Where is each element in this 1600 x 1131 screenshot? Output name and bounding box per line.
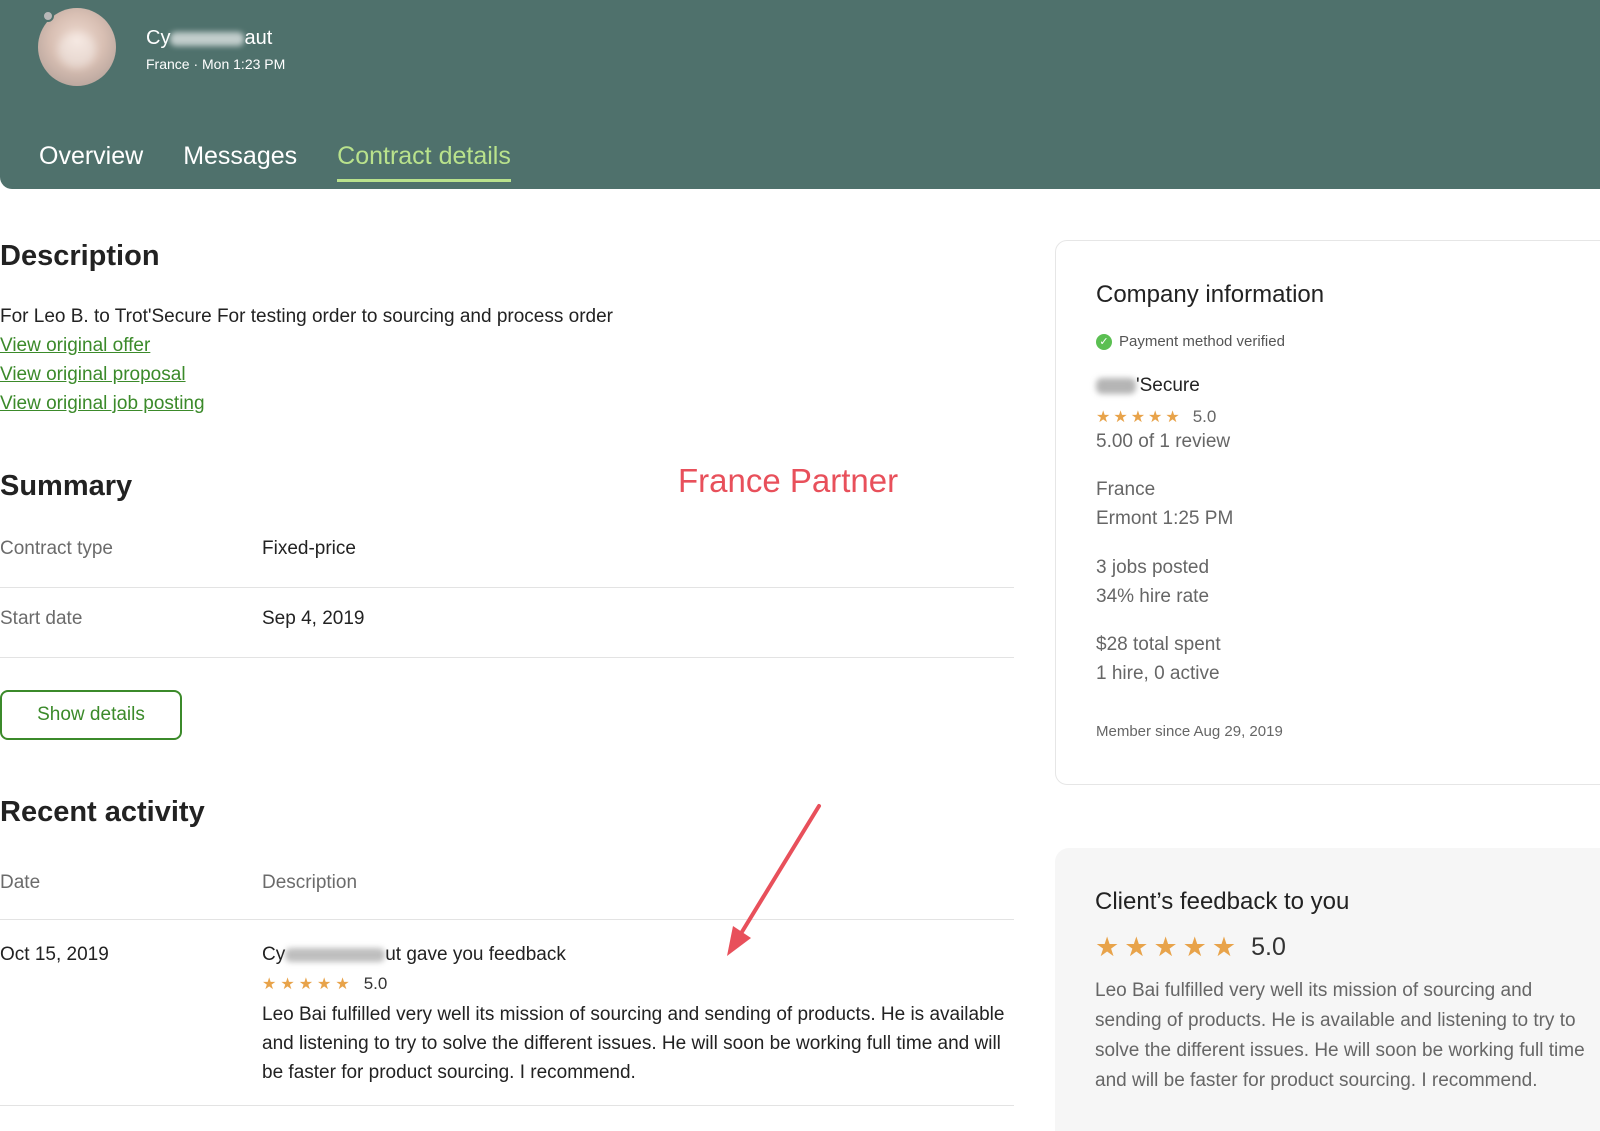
activity-table-header: Date Description: [0, 872, 1014, 920]
client-feedback-rating: ★ ★ ★ ★ ★ 5.0: [1095, 932, 1286, 963]
activity-title: Cy ut gave you feedback: [262, 944, 566, 966]
recent-activity-heading: Recent activity: [0, 796, 205, 828]
star-icon: ★: [1095, 932, 1120, 962]
star-icon: ★: [1211, 932, 1237, 962]
summary-row-start-date: Start date Sep 4, 2019: [0, 588, 1014, 658]
star-icon: ★: [1124, 932, 1149, 962]
star-icon: ★: [1130, 409, 1146, 426]
company-info-heading: Company information: [1096, 281, 1325, 308]
rating-value: 5.0: [1251, 933, 1286, 961]
star-icon: ★: [317, 976, 332, 993]
user-location-time: France · Mon 1:23 PM: [146, 56, 286, 72]
payment-verified-label: Payment method verified: [1119, 333, 1285, 350]
description-text: For Leo B. to Trot'Secure For testing or…: [0, 306, 613, 327]
company-country: France: [1096, 479, 1156, 500]
annotation-label: France Partner: [678, 462, 899, 499]
star-icon: ★: [335, 976, 350, 993]
client-feedback-heading: Client’s feedback to you: [1095, 888, 1350, 915]
summary-row-contract-type: Contract type Fixed-price: [0, 518, 1014, 588]
user-name: Cy aut: [146, 27, 272, 50]
activity-title-suffix: ut gave you feedback: [385, 944, 566, 965]
show-details-button[interactable]: Show details: [0, 690, 182, 740]
company-hires: 1 hire, 0 active: [1096, 663, 1220, 684]
activity-rating: ★ ★ ★ ★ ★ 5.0: [262, 974, 387, 994]
tab-messages[interactable]: Messages: [183, 142, 297, 182]
column-header-description: Description: [262, 872, 358, 893]
summary-key: Contract type: [0, 538, 113, 559]
company-name: 'Secure: [1096, 375, 1200, 397]
star-icon: ★: [1153, 932, 1178, 962]
activity-feedback-text: Leo Bai fulfilled very well its mission …: [262, 1004, 1005, 1083]
company-info-card: Company information ✓ Payment method ver…: [1055, 240, 1600, 785]
view-original-offer-link[interactable]: View original offer: [0, 335, 150, 357]
view-original-job-posting-link[interactable]: View original job posting: [0, 393, 205, 415]
profile-header: Cy aut France · Mon 1:23 PM Overview Mess…: [0, 0, 1600, 189]
client-feedback-card: Client’s feedback to you ★ ★ ★ ★ ★ 5.0 L…: [1055, 848, 1600, 1131]
check-circle-icon: ✓: [1096, 333, 1112, 350]
star-icon: ★: [1182, 932, 1207, 962]
annotation-arrow-icon: [727, 804, 821, 956]
member-since: Member since Aug 29, 2019: [1096, 723, 1283, 740]
star-icon: ★: [1165, 409, 1180, 426]
redacted-company-blur: [1096, 377, 1136, 394]
user-name-prefix: Cy: [146, 27, 171, 49]
redacted-name-blur: [170, 31, 245, 46]
activity-date: Oct 15, 2019: [0, 944, 109, 965]
star-icon: ★: [1113, 409, 1128, 426]
description-heading: Description: [0, 240, 160, 272]
company-hire-rate: 34% hire rate: [1096, 586, 1210, 607]
summary-value: Fixed-price: [262, 538, 356, 559]
online-status-dot: [42, 10, 54, 22]
star-icon: ★: [280, 976, 295, 993]
star-icon: ★: [1148, 409, 1163, 426]
client-feedback-text: Leo Bai fulfilled very well its mission …: [1095, 980, 1585, 1091]
company-jobs-posted: 3 jobs posted: [1096, 557, 1210, 578]
company-reviews: 5.00 of 1 review: [1096, 431, 1231, 452]
table-row: Oct 15, 2019 Cy ut gave you feedback ★ ★ …: [0, 920, 1014, 1106]
user-name-suffix: aut: [244, 27, 273, 49]
view-original-proposal-link[interactable]: View original proposal: [0, 364, 186, 386]
summary-value: Sep 4, 2019: [262, 608, 365, 629]
payment-verified-badge: ✓ Payment method verified: [1096, 333, 1285, 350]
star-icon: ★: [262, 976, 277, 993]
summary-key: Start date: [0, 608, 83, 629]
star-icon: ★: [1096, 409, 1111, 426]
column-header-date: Date: [0, 872, 41, 893]
summary-heading: Summary: [0, 470, 133, 502]
activity-title-prefix: Cy: [262, 944, 286, 965]
company-total-spent: $28 total spent: [1096, 634, 1221, 655]
rating-value: 5.0: [363, 974, 388, 993]
avatar-face-blurred: [58, 32, 96, 68]
company-name-suffix: 'Secure: [1136, 375, 1200, 396]
tab-contract-details[interactable]: Contract details: [337, 142, 511, 182]
rating-value: 5.0: [1192, 407, 1217, 426]
tab-overview[interactable]: Overview: [39, 142, 143, 182]
tab-bar: Overview Messages Contract details: [39, 142, 511, 182]
star-icon: ★: [298, 976, 314, 993]
company-rating: ★ ★ ★ ★ ★ 5.0: [1096, 407, 1216, 427]
redacted-name-blur: [285, 947, 386, 962]
company-city-time: Ermont 1:25 PM: [1096, 508, 1234, 529]
